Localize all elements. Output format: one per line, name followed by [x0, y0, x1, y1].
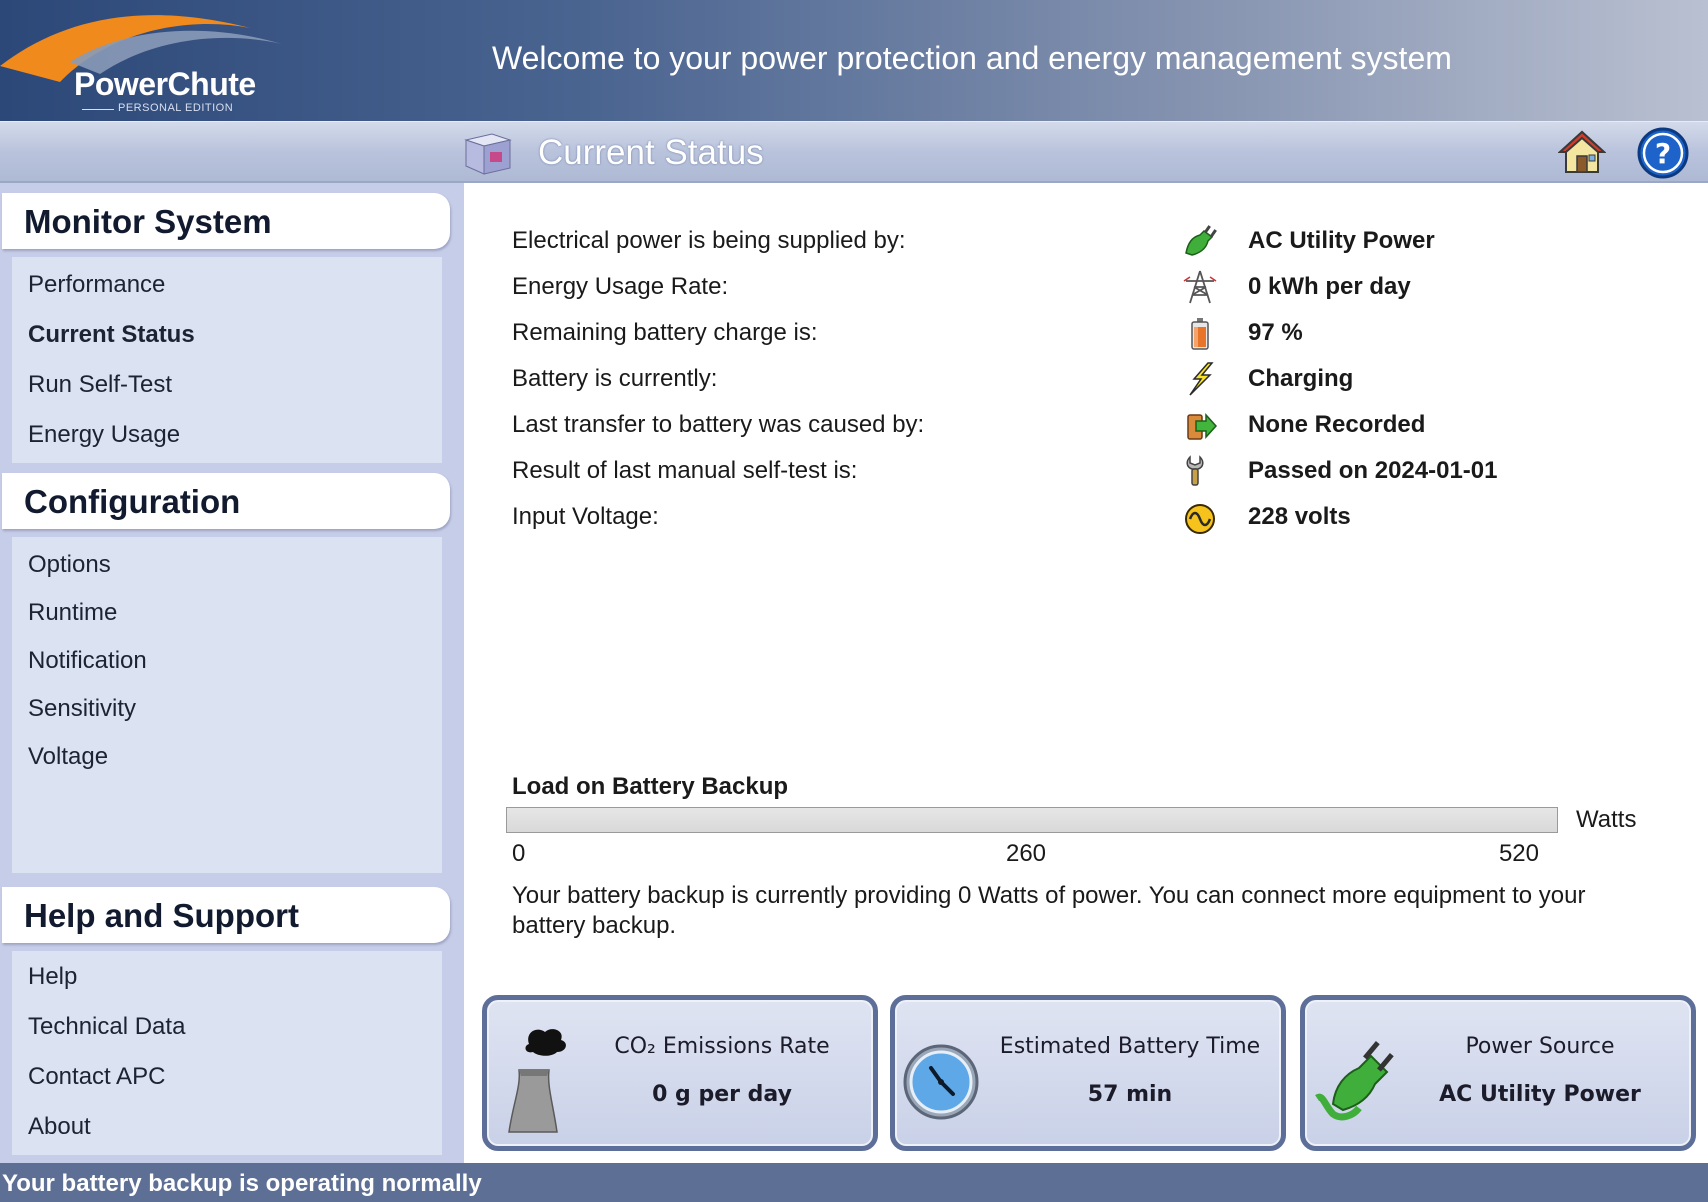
- status-value: Charging: [1248, 365, 1354, 392]
- sidebar-item-contact-apc[interactable]: Contact APC: [28, 1063, 165, 1091]
- wrench-icon: [1186, 455, 1204, 486]
- sidebar-section-title: Monitor System: [24, 203, 272, 240]
- sidebar-section-help: Help and Support: [2, 887, 450, 943]
- status-value: AC Utility Power: [1248, 227, 1435, 254]
- sidebar-item-notification[interactable]: Notification: [28, 647, 147, 675]
- sidebar-item-help[interactable]: Help: [28, 963, 77, 991]
- sidebar-section-title: Configuration: [24, 483, 241, 520]
- card-value: 0 g per day: [652, 1082, 792, 1107]
- status-label: Electrical power is being supplied by:: [512, 227, 906, 254]
- status-label: Input Voltage:: [512, 503, 659, 530]
- title-bar: Current Status ?: [0, 121, 1708, 183]
- load-unit: Watts: [1576, 806, 1637, 833]
- load-message: Your battery backup is currently providi…: [512, 882, 1586, 939]
- power-plug-icon: [1185, 225, 1217, 256]
- welcome-message: Welcome to your power protection and ene…: [492, 40, 1452, 76]
- status-value: 228 volts: [1248, 503, 1351, 530]
- sidebar-item-voltage[interactable]: Voltage: [28, 743, 108, 771]
- status-label: Energy Usage Rate:: [512, 273, 729, 300]
- status-value: 97 %: [1248, 319, 1303, 346]
- ups-device-icon: [464, 133, 512, 175]
- status-label: Last transfer to battery was caused by:: [512, 411, 925, 438]
- lightning-icon: [1189, 362, 1214, 396]
- page-title: Current Status: [538, 133, 764, 172]
- logo-edition: PERSONAL EDITION: [118, 102, 234, 114]
- status-value: None Recorded: [1248, 411, 1426, 438]
- sidebar-item-energy-usage[interactable]: Energy Usage: [28, 421, 180, 449]
- transfer-icon: [1187, 413, 1218, 440]
- status-bar: Your battery backup is operating normall…: [0, 1163, 1708, 1202]
- status-bar-message: Your battery backup is operating normall…: [2, 1170, 482, 1197]
- power-tower-icon: [1183, 270, 1217, 304]
- battery-icon: [1191, 318, 1209, 350]
- sidebar-section-monitor-items: Performance Current Status Run Self-Test…: [12, 257, 442, 463]
- load-tick-max: 520: [1498, 840, 1539, 867]
- load-progress-bar: [506, 807, 1558, 833]
- powerchute-logo: PowerChute PERSONAL EDITION: [0, 0, 300, 121]
- logo-wordmark: PowerChute: [74, 66, 256, 102]
- home-icon[interactable]: [1558, 128, 1606, 176]
- load-tick-min: 0: [512, 840, 526, 867]
- card-value: 57 min: [1087, 1082, 1173, 1107]
- card-value: AC Utility Power: [1439, 1082, 1641, 1107]
- card-label: Estimated Battery Time: [999, 1034, 1261, 1059]
- card-co2-emissions[interactable]: CO₂ Emissions Rate 0 g per day: [482, 995, 878, 1151]
- status-row-power-source: Electrical power is being supplied by: A…: [512, 221, 1692, 261]
- load-title: Load on Battery Backup: [512, 773, 789, 800]
- sidebar-item-sensitivity[interactable]: Sensitivity: [28, 695, 136, 723]
- top-banner: PowerChute PERSONAL EDITION Welcome to y…: [0, 0, 1708, 121]
- status-label: Battery is currently:: [512, 365, 718, 392]
- card-label: CO₂ Emissions Rate: [614, 1034, 830, 1059]
- logo-rule: [82, 109, 114, 110]
- sidebar-item-current-status[interactable]: Current Status: [28, 321, 195, 349]
- sidebar-section-configuration: Configuration: [2, 473, 450, 529]
- status-row-energy-usage: Energy Usage Rate: 0 kWh per day: [512, 267, 1692, 307]
- sidebar-item-performance[interactable]: Performance: [28, 271, 165, 299]
- main-content: Electrical power is being supplied by: A…: [464, 183, 1708, 1163]
- svg-text:?: ?: [1655, 137, 1671, 170]
- status-row-input-voltage: Input Voltage: 228 volts: [512, 497, 1692, 537]
- status-row-self-test: Result of last manual self-test is: Pass…: [512, 451, 1692, 491]
- sidebar-item-options[interactable]: Options: [28, 551, 111, 579]
- sidebar-section-title: Help and Support: [24, 897, 299, 934]
- sidebar-section-configuration-items: Options Runtime Notification Sensitivity…: [12, 537, 442, 873]
- sidebar: Monitor System Performance Current Statu…: [0, 183, 464, 1163]
- sidebar-item-runtime[interactable]: Runtime: [28, 599, 117, 627]
- status-label: Remaining battery charge is:: [512, 319, 818, 346]
- smokestack-icon: [508, 1029, 566, 1133]
- status-row-last-transfer: Last transfer to battery was caused by: …: [512, 405, 1692, 445]
- load-tick-mid: 260: [1005, 840, 1047, 867]
- sidebar-item-about[interactable]: About: [28, 1113, 91, 1141]
- voltage-icon: [1185, 504, 1215, 534]
- clock-icon: [903, 1044, 979, 1120]
- status-label: Result of last manual self-test is:: [512, 457, 858, 484]
- card-battery-time[interactable]: Estimated Battery Time 57 min: [890, 995, 1286, 1151]
- card-power-source[interactable]: Power Source AC Utility Power: [1300, 995, 1696, 1151]
- power-plug-icon: [1315, 1041, 1394, 1121]
- sidebar-item-technical-data[interactable]: Technical Data: [28, 1013, 185, 1041]
- sidebar-item-run-self-test[interactable]: Run Self-Test: [28, 371, 172, 399]
- sidebar-section-help-items: Help Technical Data Contact APC About: [12, 951, 442, 1155]
- status-row-battery-state: Battery is currently: Charging: [512, 359, 1692, 399]
- status-row-battery-charge: Remaining battery charge is: 97 %: [512, 313, 1692, 353]
- card-label: Power Source: [1465, 1034, 1615, 1059]
- sidebar-section-monitor: Monitor System: [2, 193, 450, 249]
- help-icon[interactable]: ?: [1637, 127, 1689, 179]
- status-value: Passed on 2024-01-01: [1248, 457, 1498, 484]
- status-value: 0 kWh per day: [1248, 273, 1411, 300]
